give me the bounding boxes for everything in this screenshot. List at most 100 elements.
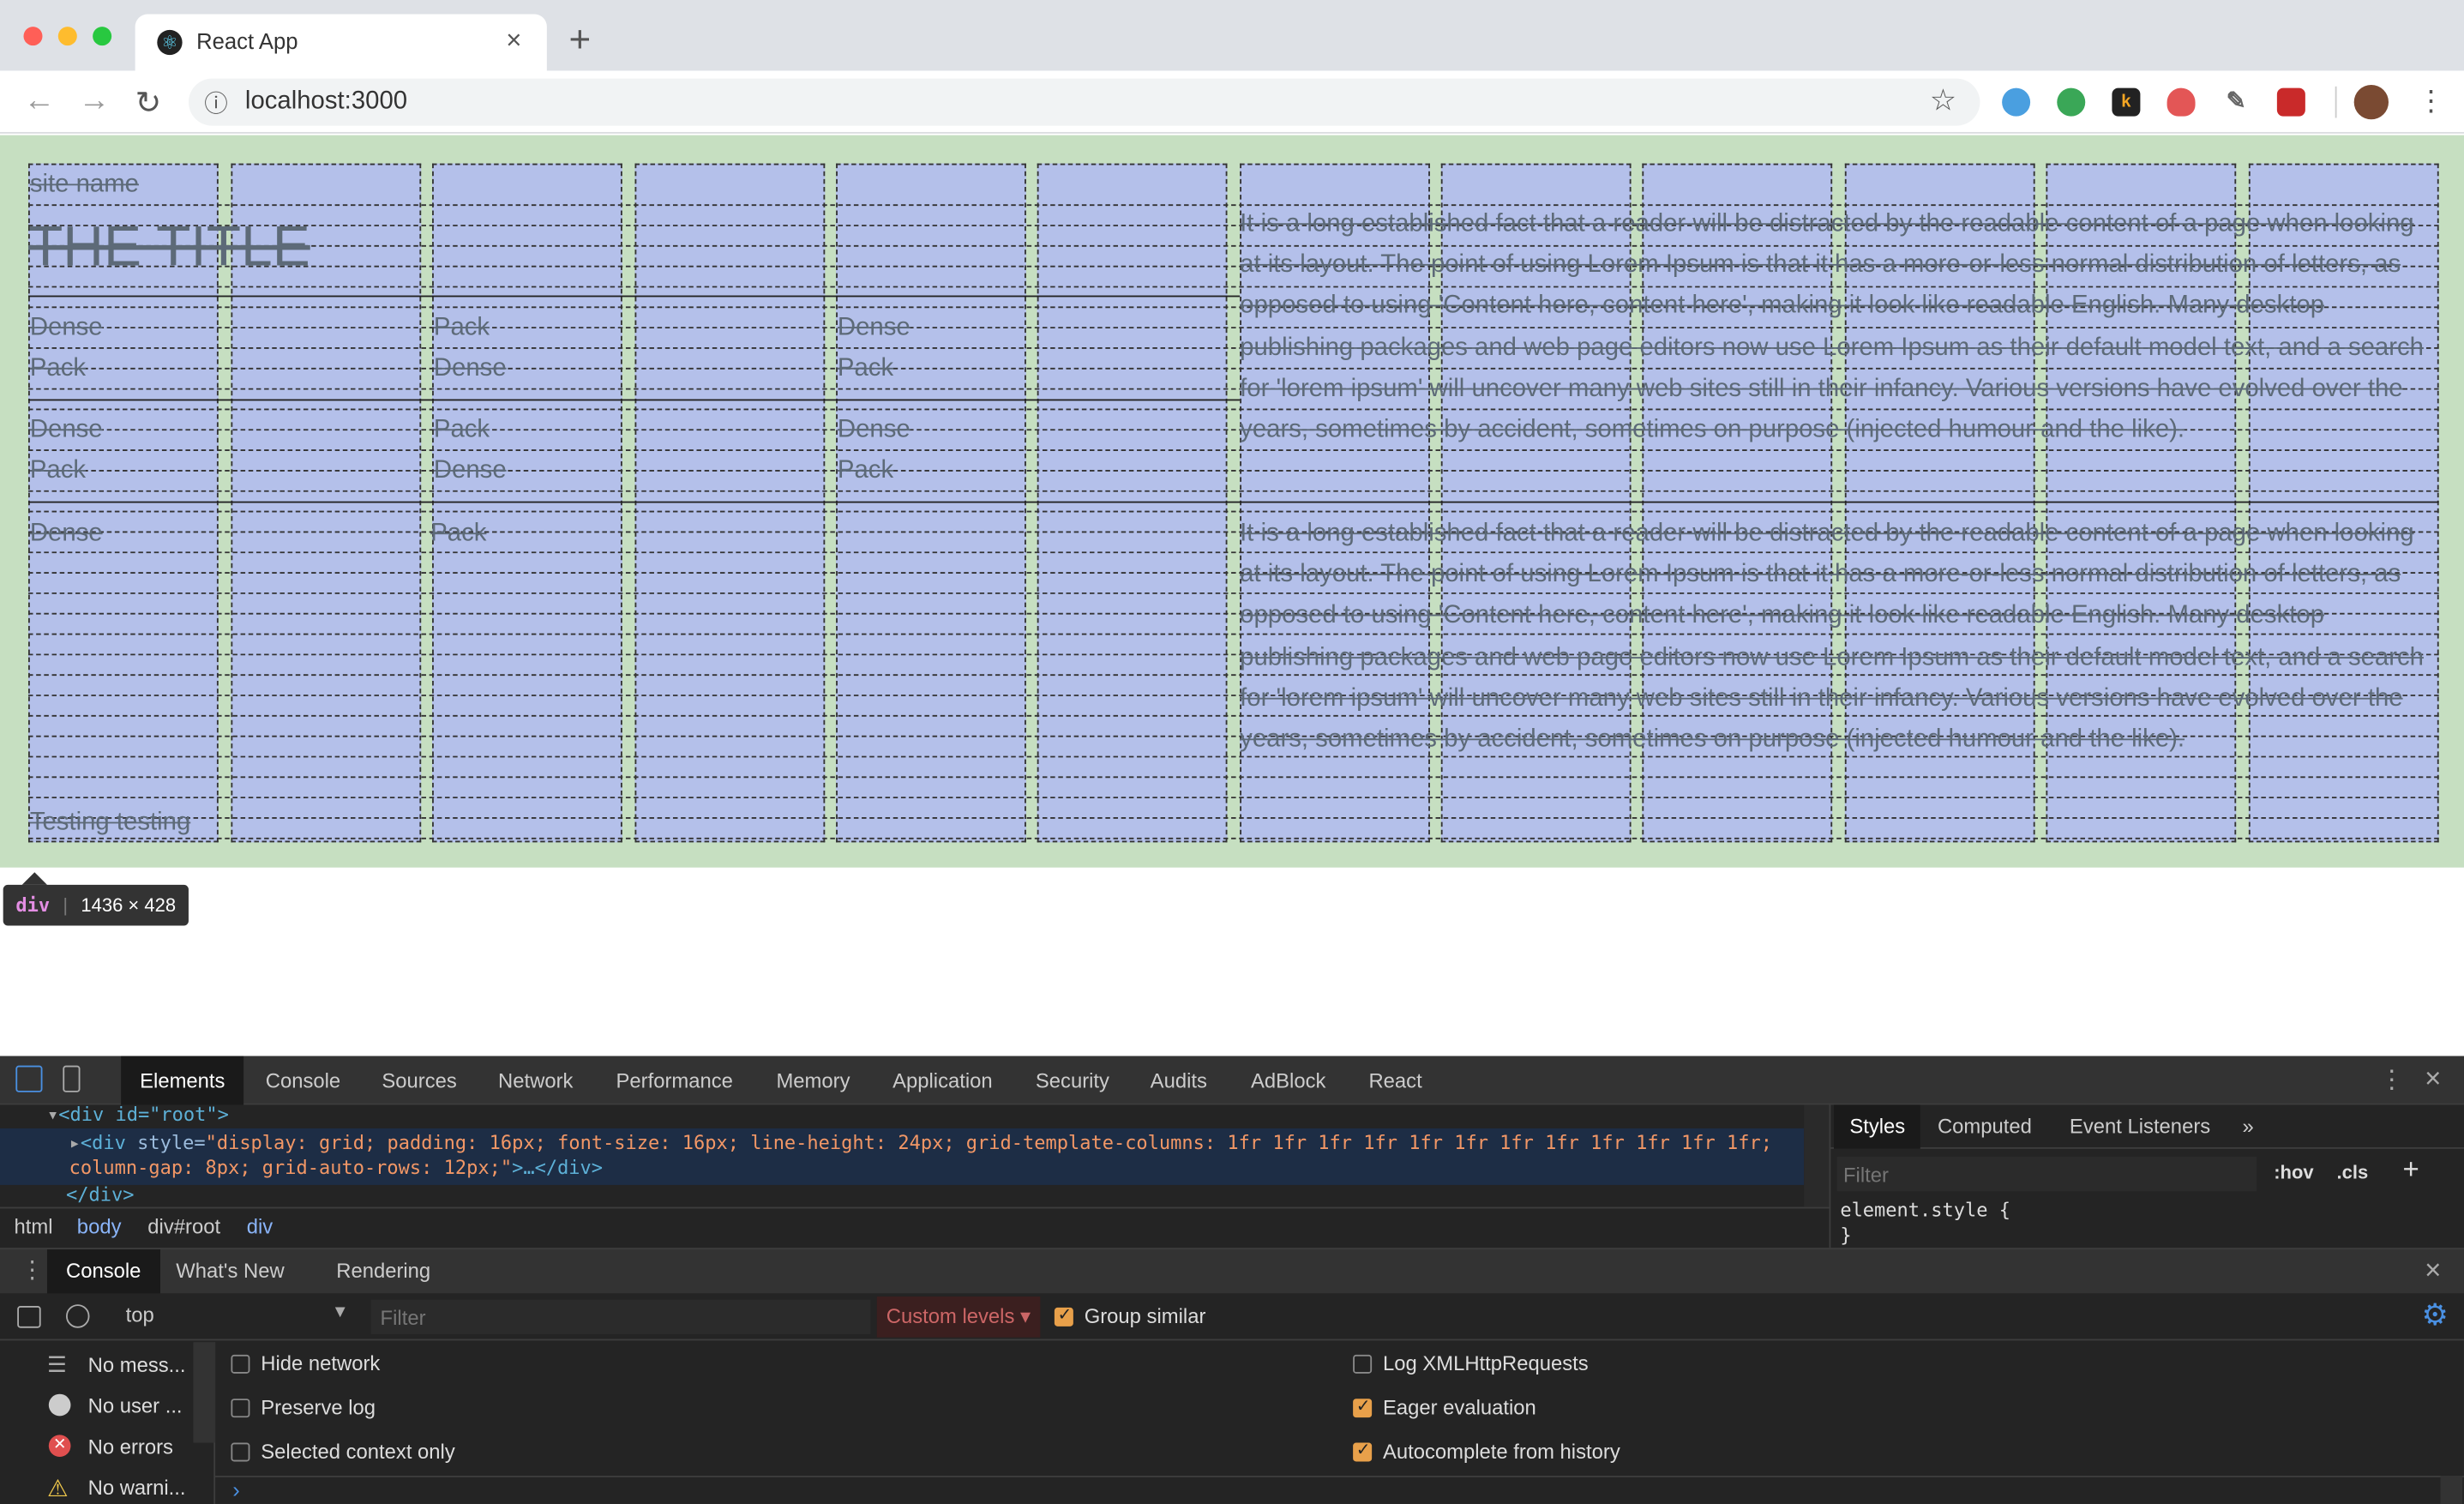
lorem-paragraph: It is a long established fact that a rea…	[1240, 210, 2424, 443]
selected-context-label: Selected context only	[261, 1439, 455, 1464]
breadcrumb-body[interactable]: body	[77, 1215, 122, 1238]
element-style-close: }	[1840, 1224, 1852, 1247]
dom-scrollbar[interactable]	[1804, 1104, 1830, 1207]
tab-computed[interactable]: Computed	[1938, 1104, 2032, 1148]
selected-context-checkbox[interactable]	[231, 1442, 250, 1462]
cls-button[interactable]: .cls	[2337, 1161, 2369, 1183]
site-info-icon[interactable]: ⓘ	[204, 87, 228, 119]
devtools-tab-sources[interactable]: Sources	[363, 1056, 475, 1105]
console-scrollbar[interactable]	[2440, 1475, 2463, 1504]
tab-styles[interactable]: Styles	[1833, 1104, 1921, 1149]
tooltip-tag: div	[15, 893, 51, 917]
devtools-tab-memory[interactable]: Memory	[757, 1056, 868, 1105]
device-toolbar-icon[interactable]	[63, 1065, 81, 1092]
console-filter-input[interactable]	[370, 1299, 871, 1335]
sidebar-errors[interactable]: No errors	[88, 1435, 173, 1458]
new-tab-button[interactable]: +	[569, 19, 592, 63]
sidebar-toggle-icon[interactable]	[17, 1306, 41, 1328]
custom-levels-dropdown[interactable]: Custom levels ▾	[876, 1296, 1040, 1338]
drawer-tab-console[interactable]: Console	[46, 1249, 160, 1294]
row-divider	[27, 399, 1241, 401]
extension-icon-2[interactable]	[2057, 87, 2086, 117]
devtools-tab-security[interactable]: Security	[1017, 1056, 1128, 1105]
grid-row-line	[27, 510, 2439, 513]
more-tabs-icon[interactable]: »	[2243, 1104, 2254, 1148]
prompt-divider	[215, 1475, 2464, 1477]
row-divider	[27, 501, 2439, 503]
devtools-tab-console[interactable]: Console	[247, 1056, 359, 1105]
dom-attr: style=	[137, 1131, 206, 1154]
forward-button[interactable]: →	[79, 83, 111, 119]
dom-tree[interactable]: ▾<div id="root"> ▸<div style="display: g…	[0, 1104, 1805, 1206]
dom-tag: >…</div>	[512, 1156, 604, 1179]
breadcrumb-html[interactable]: html	[14, 1215, 52, 1238]
styles-filter-input[interactable]	[1836, 1156, 2257, 1192]
site-name: site name	[29, 171, 139, 198]
devtools-tab-react[interactable]: React	[1349, 1056, 1440, 1105]
pin-extension-icon[interactable]: ✎	[2222, 88, 2251, 117]
new-style-rule-button[interactable]: +	[2403, 1153, 2419, 1186]
console-prompt[interactable]: ›	[232, 1477, 240, 1502]
devtools-tab-elements[interactable]: Elements	[121, 1056, 244, 1105]
devtools-tab-adblock[interactable]: AdBlock	[1232, 1056, 1344, 1105]
inspect-element-icon[interactable]	[15, 1065, 43, 1092]
drawer-close-icon[interactable]: ×	[2425, 1254, 2441, 1287]
grid-row-line	[27, 797, 2439, 799]
devtools-tab-audits[interactable]: Audits	[1132, 1056, 1226, 1105]
minimize-window-button[interactable]	[57, 27, 77, 46]
bookmark-star-icon[interactable]: ☆	[1930, 83, 1956, 119]
react-favicon-icon: ⚛	[157, 29, 183, 56]
devtools-tab-network[interactable]: Network	[479, 1056, 592, 1105]
url-text[interactable]: localhost:3000	[245, 88, 407, 117]
browser-menu-icon[interactable]: ⋮	[2417, 85, 2445, 117]
grid-cell: Dense	[837, 416, 910, 443]
devtools-tab-performance[interactable]: Performance	[598, 1056, 752, 1105]
console-settings-gear-icon[interactable]: ⚙	[2421, 1298, 2448, 1334]
element-style-rule[interactable]: element.style {	[1840, 1199, 2010, 1221]
group-similar-label: Group similar	[1084, 1304, 1206, 1328]
browser-tab[interactable]: ⚛ React App ×	[135, 14, 547, 71]
hov-button[interactable]: :hov	[2274, 1161, 2313, 1183]
devtools-tabbar: Elements Console Sources Network Performance…	[0, 1056, 2464, 1105]
clear-console-icon[interactable]	[65, 1304, 90, 1328]
drawer-menu-icon[interactable]: ⋮	[21, 1255, 44, 1284]
sidebar-messages[interactable]: No mess...	[88, 1353, 186, 1376]
devtools-close-icon[interactable]: ×	[2425, 1062, 2441, 1095]
sidebar-warnings[interactable]: No warni...	[88, 1476, 186, 1499]
tab-event-listeners[interactable]: Event Listeners	[2070, 1104, 2210, 1148]
devtools-tab-application[interactable]: Application	[874, 1056, 1012, 1105]
context-dropdown-icon[interactable]: ▼	[332, 1302, 349, 1321]
reload-button[interactable]: ↻	[135, 83, 162, 123]
hide-network-checkbox[interactable]	[231, 1354, 250, 1374]
close-window-button[interactable]	[23, 27, 43, 46]
grid-cell: Pack	[29, 355, 87, 382]
dom-root-line[interactable]: <div id="root">	[58, 1104, 229, 1126]
sidebar-scrollbar[interactable]	[193, 1342, 216, 1443]
autocomplete-history-checkbox[interactable]	[1353, 1440, 1373, 1462]
back-button[interactable]: ←	[23, 83, 55, 119]
devtools-menu-icon[interactable]: ⋮	[2379, 1064, 2404, 1096]
breadcrumb-root[interactable]: div#root	[147, 1215, 220, 1238]
eager-evaluation-checkbox[interactable]	[1353, 1396, 1373, 1418]
log-xhr-checkbox[interactable]	[1353, 1354, 1373, 1374]
tab-title: React App	[196, 27, 298, 54]
dom-close-tag: </div>	[65, 1183, 135, 1206]
extension-icon-6[interactable]	[2276, 87, 2305, 117]
drawer-tab-whats-new[interactable]: What's New	[176, 1249, 284, 1293]
shield-extension-icon[interactable]	[2167, 87, 2196, 117]
sidebar-user-messages[interactable]: No user ...	[88, 1394, 183, 1417]
breadcrumb-div[interactable]: div	[247, 1215, 273, 1238]
tab-close-icon[interactable]: ×	[506, 25, 521, 57]
preserve-log-checkbox[interactable]	[231, 1399, 250, 1418]
profile-avatar[interactable]	[2353, 84, 2389, 120]
drawer-tab-rendering[interactable]: Rendering	[336, 1249, 430, 1293]
context-selector[interactable]: top	[126, 1302, 154, 1326]
group-similar-checkbox[interactable]	[1054, 1304, 1073, 1327]
extension-icon-3[interactable]: k	[2112, 87, 2141, 117]
grid-cell: Pack	[433, 314, 490, 341]
grid-cell: Dense	[29, 314, 103, 341]
address-bar[interactable]: ⓘ localhost:3000 ☆	[188, 78, 1980, 126]
extension-icon-1[interactable]	[2002, 87, 2031, 117]
maximize-window-button[interactable]	[93, 27, 112, 46]
lorem-paragraph: It is a long established fact that a rea…	[1240, 520, 2424, 753]
